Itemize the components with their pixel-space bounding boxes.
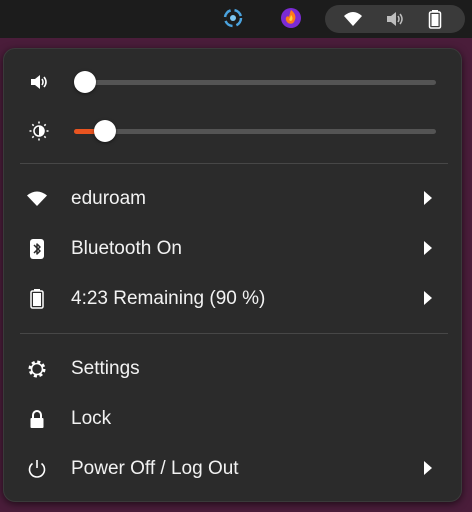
lock-icon (30, 410, 44, 428)
wifi-icon (27, 191, 47, 206)
system-status-pill[interactable] (325, 5, 465, 33)
menu-item-power[interactable]: Power Off / Log Out (4, 446, 461, 490)
network-label: eduroam (71, 188, 146, 209)
brightness-slider-knob[interactable] (94, 120, 116, 142)
battery-icon (30, 289, 44, 309)
separator (20, 333, 448, 334)
menu-item-battery[interactable]: 4:23 Remaining (90 %) (4, 276, 461, 320)
top-bar (0, 0, 472, 38)
menu-item-lock[interactable]: Lock (4, 396, 461, 440)
brightness-slider[interactable] (74, 120, 436, 142)
menu-item-network[interactable]: eduroam (4, 176, 461, 220)
power-label: Power Off / Log Out (71, 458, 239, 479)
power-icon (28, 460, 46, 478)
lock-label: Lock (71, 408, 112, 429)
battery-icon (428, 10, 442, 29)
chevron-right-icon (424, 291, 432, 305)
chevron-right-icon (424, 241, 432, 255)
bluetooth-label: Bluetooth On (71, 238, 182, 259)
volume-slider-knob[interactable] (74, 71, 96, 93)
steam-tray-icon[interactable] (222, 7, 244, 29)
battery-label: 4:23 Remaining (90 %) (71, 288, 266, 309)
menu-item-bluetooth[interactable]: Bluetooth On (4, 226, 461, 270)
brightness-icon (29, 121, 49, 141)
speaker-icon (31, 75, 47, 89)
firefox-tray-icon[interactable] (280, 7, 302, 29)
brightness-slider-row (4, 116, 461, 146)
wifi-icon (344, 12, 362, 26)
system-menu: eduroam Bluetooth On 4:23 Remaining (90 … (3, 48, 462, 502)
volume-slider-row (4, 67, 461, 97)
separator (20, 163, 448, 164)
chevron-right-icon (424, 191, 432, 205)
chevron-right-icon (424, 461, 432, 475)
gear-icon (28, 360, 46, 378)
volume-slider[interactable] (74, 71, 436, 93)
volume-muted-icon (387, 12, 403, 26)
settings-label: Settings (71, 358, 140, 379)
menu-item-settings[interactable]: Settings (4, 346, 461, 390)
bluetooth-icon (30, 239, 44, 259)
